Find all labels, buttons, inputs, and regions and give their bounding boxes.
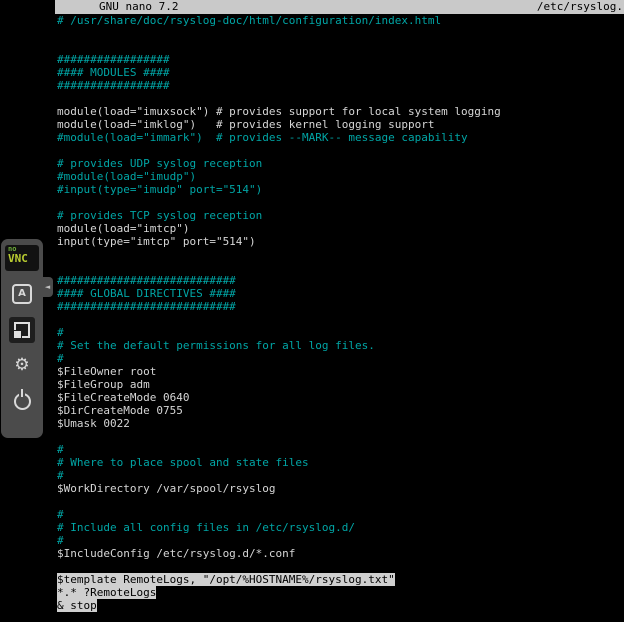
- clipboard-icon: A: [12, 284, 32, 304]
- editor-line: [57, 313, 624, 326]
- editor-line: # Include all config files in /etc/rsysl…: [57, 521, 624, 534]
- editor-line: $FileCreateMode 0640: [57, 391, 624, 404]
- editor-line: #################: [57, 53, 624, 66]
- vnc-control-bar: no VNC ◄ A ⚙: [1, 239, 43, 438]
- editor-line: input(type="imtcp" port="514"): [57, 235, 624, 248]
- editor-line: $DirCreateMode 0755: [57, 404, 624, 417]
- nano-title-bar: GNU nano 7.2 /etc/rsyslog.: [55, 0, 624, 14]
- editor-line: [57, 27, 624, 40]
- editor-line: *.* ?RemoteLogs: [57, 586, 624, 599]
- editor-lines[interactable]: # /usr/share/doc/rsyslog-doc/html/config…: [55, 14, 624, 612]
- editor-line: $template RemoteLogs, "/opt/%HOSTNAME%/r…: [57, 573, 624, 586]
- fullscreen-button[interactable]: [9, 317, 35, 343]
- editor-line: module(load="imtcp"): [57, 222, 624, 235]
- editor-line: ###########################: [57, 300, 624, 313]
- editor-line: [57, 430, 624, 443]
- editor-line: [57, 92, 624, 105]
- editor-line: [57, 40, 624, 53]
- editor-line: #module(load="immark") # provides --MARK…: [57, 131, 624, 144]
- editor-line: $FileOwner root: [57, 365, 624, 378]
- editor-line: # /usr/share/doc/rsyslog-doc/html/config…: [57, 14, 624, 27]
- editor-line: $Umask 0022: [57, 417, 624, 430]
- editor-line: module(load="imklog") # provides kernel …: [57, 118, 624, 131]
- settings-button[interactable]: ⚙: [9, 352, 35, 378]
- editor-line: $IncludeConfig /etc/rsyslog.d/*.conf: [57, 547, 624, 560]
- editor-line: #: [57, 443, 624, 456]
- editor-line: #: [57, 508, 624, 521]
- editor-line: #### GLOBAL DIRECTIVES ####: [57, 287, 624, 300]
- clipboard-button[interactable]: A: [9, 281, 35, 307]
- editor-line: # Set the default permissions for all lo…: [57, 339, 624, 352]
- editor-line: [57, 248, 624, 261]
- novnc-logo: no VNC: [5, 245, 39, 271]
- editor-line: #################: [57, 79, 624, 92]
- fullscreen-icon: [14, 322, 30, 338]
- editor-line: # provides UDP syslog reception: [57, 157, 624, 170]
- editor-line: [57, 261, 624, 274]
- editor-line: #: [57, 352, 624, 365]
- novnc-logo-main-text: VNC: [8, 253, 39, 265]
- editor-line: ###########################: [57, 274, 624, 287]
- editor-line: #module(load="imudp"): [57, 170, 624, 183]
- editor-line: #: [57, 534, 624, 547]
- editor-line: #### MODULES ####: [57, 66, 624, 79]
- nano-app-title: GNU nano 7.2: [99, 0, 178, 13]
- gear-icon: ⚙: [14, 357, 29, 374]
- editor-line: [57, 144, 624, 157]
- editor-line: # provides TCP syslog reception: [57, 209, 624, 222]
- terminal-window[interactable]: GNU nano 7.2 /etc/rsyslog. # /usr/share/…: [55, 0, 624, 622]
- control-bar-handle[interactable]: ◄: [42, 277, 53, 297]
- editor-line: [57, 560, 624, 573]
- editor-line: [57, 196, 624, 209]
- editor-line: $WorkDirectory /var/spool/rsyslog: [57, 482, 624, 495]
- editor-line: module(load="imuxsock") # provides suppo…: [57, 105, 624, 118]
- editor-line: & stop: [57, 599, 624, 612]
- nano-filename: /etc/rsyslog.: [537, 0, 623, 14]
- editor-line: [57, 495, 624, 508]
- power-button[interactable]: [9, 387, 35, 413]
- editor-line: #: [57, 469, 624, 482]
- editor-line: # Where to place spool and state files: [57, 456, 624, 469]
- editor-line: $FileGroup adm: [57, 378, 624, 391]
- editor-line: #input(type="imudp" port="514"): [57, 183, 624, 196]
- power-icon: [14, 393, 31, 410]
- editor-line: #: [57, 326, 624, 339]
